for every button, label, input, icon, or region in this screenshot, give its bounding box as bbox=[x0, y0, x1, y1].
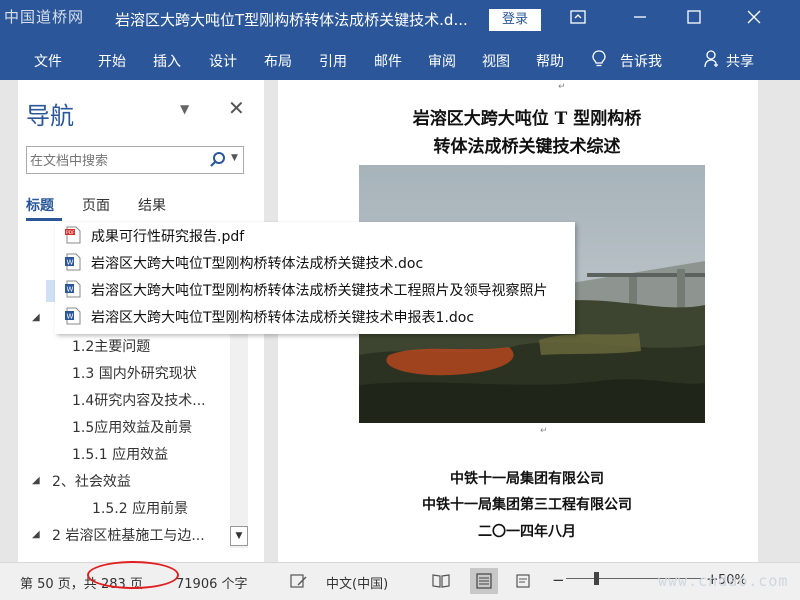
tree-item[interactable]: 1.2主要问题 bbox=[72, 336, 150, 356]
nav-title: 导航 bbox=[26, 102, 74, 130]
tree-item[interactable]: 1.3 国内外研究现状 bbox=[72, 363, 197, 383]
nav-close-icon[interactable]: ✕ bbox=[228, 96, 245, 120]
paragraph-mark-icon: ↵ bbox=[558, 82, 566, 92]
close-icon[interactable] bbox=[742, 8, 766, 32]
tree-expand-arrow-icon[interactable]: ◢ bbox=[32, 475, 40, 486]
tab-review[interactable]: 审阅 bbox=[428, 51, 456, 71]
tree-item[interactable]: 1.5应用效益及前景 bbox=[72, 417, 192, 437]
doc-date: 二〇一四年八月 bbox=[478, 524, 576, 540]
web-layout-icon[interactable] bbox=[515, 572, 533, 590]
right-margin bbox=[758, 80, 800, 562]
print-layout-button[interactable] bbox=[470, 568, 498, 594]
svg-text:W: W bbox=[67, 259, 74, 267]
tab-insert[interactable]: 插入 bbox=[153, 51, 181, 71]
svg-text:W: W bbox=[67, 313, 74, 321]
file-name: 成果可行性研究报告.pdf bbox=[91, 229, 245, 245]
share-label[interactable]: 共享 bbox=[726, 51, 754, 71]
tab-mailings[interactable]: 邮件 bbox=[374, 51, 402, 71]
file-item-doc[interactable]: W 岩溶区大跨大吨位T型刚构桥转体法成桥关键技术工程照片及领导视察照片 bbox=[65, 276, 570, 302]
tree-expand-arrow-icon[interactable]: ◢ bbox=[32, 529, 40, 540]
tell-me-label[interactable]: 告诉我 bbox=[620, 51, 662, 71]
pdf-file-icon: PDF bbox=[65, 226, 81, 244]
share-person-icon[interactable] bbox=[704, 50, 720, 68]
doc-org2: 中铁十一局集团第三工程有限公司 bbox=[422, 497, 632, 513]
minimize-icon[interactable] bbox=[628, 8, 652, 32]
tab-file[interactable]: 文件 bbox=[34, 51, 62, 71]
document-title: 岩溶区大跨大吨位T型刚构桥转体法成桥关键技术.d... bbox=[115, 11, 468, 29]
tree-item[interactable]: 2 岩溶区桩基施工与边... bbox=[52, 525, 205, 545]
doc-org1: 中铁十一局集团有限公司 bbox=[450, 471, 604, 487]
tree-expand-arrow-icon[interactable]: ◢ bbox=[32, 312, 40, 323]
nav-tab-headings[interactable]: 标题 bbox=[26, 195, 54, 215]
maximize-icon[interactable] bbox=[682, 8, 706, 32]
tab-layout[interactable]: 布局 bbox=[264, 51, 292, 71]
read-mode-icon[interactable] bbox=[432, 572, 450, 590]
doc-title-line2: 转体法成桥关键技术综述 bbox=[433, 137, 621, 157]
ribbon-tabs: 文件 开始 插入 设计 布局 引用 邮件 审阅 视图 帮助 告诉我 共享 bbox=[0, 40, 800, 80]
title-bar: 岩溶区大跨大吨位T型刚构桥转体法成桥关键技术.d... 登录 bbox=[0, 0, 800, 40]
tree-item[interactable]: 2、社会效益 bbox=[52, 471, 131, 491]
red-annotation-circle bbox=[87, 561, 179, 589]
ribbon-display-icon[interactable] bbox=[566, 8, 590, 32]
file-list-popup: PDF 成果可行性研究报告.pdf W 岩溶区大跨大吨位T型刚构桥转体法成桥关键… bbox=[55, 222, 575, 334]
file-name: 岩溶区大跨大吨位T型刚构桥转体法成桥关键技术工程照片及领导视察照片 bbox=[91, 283, 548, 299]
scroll-down-icon[interactable]: ▼ bbox=[230, 526, 248, 546]
word-file-icon: W bbox=[65, 280, 81, 298]
search-dropdown-icon[interactable]: ▼ bbox=[231, 153, 238, 163]
login-button[interactable]: 登录 bbox=[489, 9, 541, 31]
file-name: 岩溶区大跨大吨位T型刚构桥转体法成桥关键技术.doc bbox=[91, 256, 424, 272]
nav-search-input[interactable] bbox=[30, 151, 200, 171]
active-tab-indicator bbox=[26, 218, 62, 221]
file-name: 岩溶区大跨大吨位T型刚构桥转体法成桥关键技术申报表1.doc bbox=[91, 310, 475, 326]
word-file-icon: W bbox=[65, 307, 81, 325]
svg-text:PDF: PDF bbox=[66, 230, 75, 236]
left-margin bbox=[0, 80, 18, 562]
svg-text:W: W bbox=[67, 286, 74, 294]
tree-item[interactable]: 1.5.1 应用效益 bbox=[72, 444, 168, 464]
nav-options-chevron-icon[interactable]: ▼ bbox=[180, 102, 189, 116]
tab-home[interactable]: 开始 bbox=[98, 51, 126, 71]
tab-design[interactable]: 设计 bbox=[209, 51, 237, 71]
zoom-out-button[interactable]: − bbox=[552, 571, 565, 589]
doc-title-line1: 岩溶区大跨大吨位 T 型刚构桥 bbox=[412, 109, 642, 129]
search-icon[interactable] bbox=[208, 150, 226, 170]
tab-help[interactable]: 帮助 bbox=[536, 51, 564, 71]
paragraph-mark-icon: ↵ bbox=[540, 426, 548, 436]
tree-item[interactable]: 1.5.2 应用前景 bbox=[92, 498, 188, 518]
nav-tab-results[interactable]: 结果 bbox=[138, 195, 166, 215]
tree-item[interactable]: 1.4研究内容及技术... bbox=[72, 390, 206, 410]
nav-tab-pages[interactable]: 页面 bbox=[82, 195, 110, 215]
file-item-pdf[interactable]: PDF 成果可行性研究报告.pdf bbox=[65, 222, 570, 248]
file-item-doc[interactable]: W 岩溶区大跨大吨位T型刚构桥转体法成桥关键技术申报表1.doc bbox=[65, 303, 570, 329]
tab-view[interactable]: 视图 bbox=[482, 51, 510, 71]
proofing-icon[interactable] bbox=[290, 572, 308, 590]
word-file-icon: W bbox=[65, 253, 81, 271]
lightbulb-icon[interactable] bbox=[592, 50, 606, 68]
tab-references[interactable]: 引用 bbox=[319, 51, 347, 71]
watermark-bottom-right: www.cndao.com bbox=[658, 572, 789, 590]
watermark-top-left: 中国道桥网 bbox=[4, 8, 85, 26]
file-item-doc[interactable]: W 岩溶区大跨大吨位T型刚构桥转体法成桥关键技术.doc bbox=[65, 249, 570, 275]
language-indicator[interactable]: 中文(中国) bbox=[326, 573, 388, 592]
nav-search-box[interactable]: ▼ bbox=[26, 146, 244, 174]
print-layout-icon bbox=[476, 573, 492, 589]
word-count[interactable]: 71906 个字 bbox=[176, 573, 248, 592]
zoom-slider-thumb[interactable] bbox=[594, 572, 599, 585]
